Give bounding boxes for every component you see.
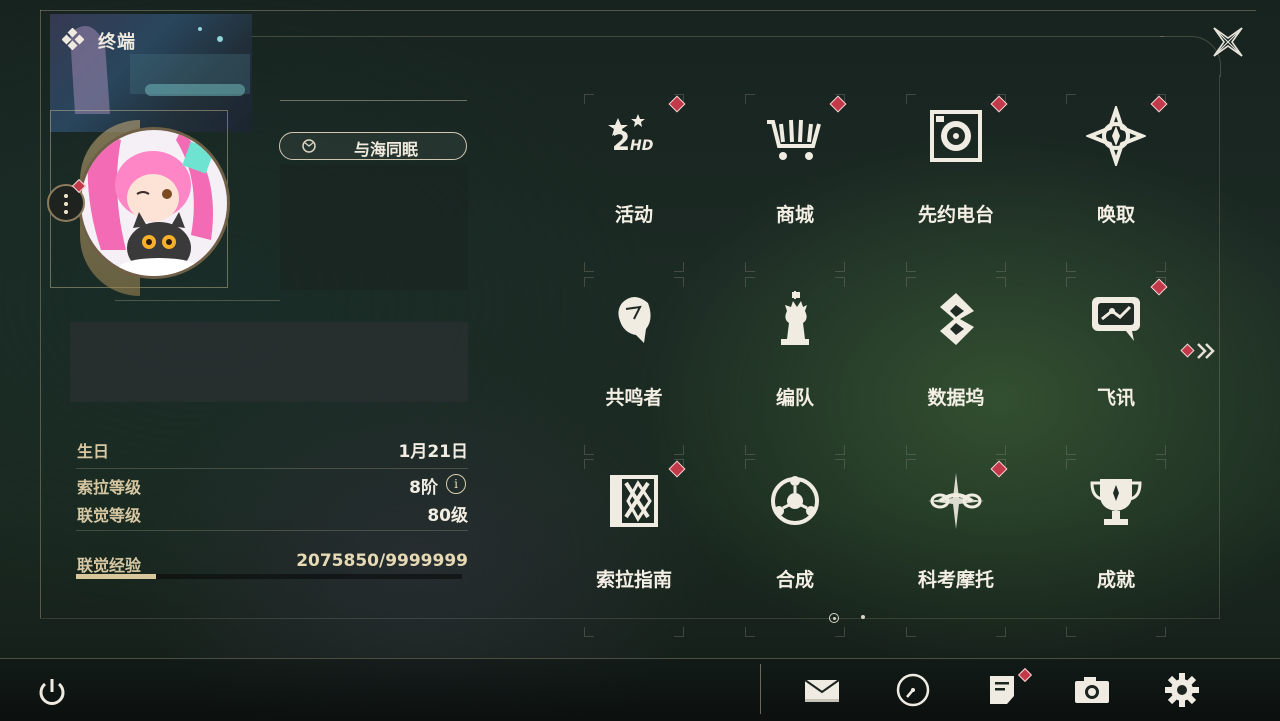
team-chess-icon: [765, 289, 825, 349]
union-exp-value: 2075850/9999999: [296, 551, 468, 571]
menu-tile-label: 科考摩托: [917, 569, 994, 591]
title-badge-label: 与海同眠: [354, 140, 419, 159]
menu-tile-label: 编队: [775, 387, 814, 409]
power-button[interactable]: [32, 673, 72, 713]
bottom-separator: [760, 664, 761, 714]
notice-icon: [990, 676, 1014, 704]
union-exp-label: 联觉经验: [77, 556, 142, 575]
menu-tile[interactable]: 唤取: [1036, 94, 1196, 274]
synthesis-icon: [765, 471, 825, 531]
union-level-label: 联觉等级: [77, 506, 142, 525]
menu-tile-label: 索拉指南: [595, 569, 672, 591]
settings-button[interactable]: [1162, 670, 1202, 710]
menu-tile[interactable]: 共鸣者: [554, 277, 714, 457]
clock-icon: [896, 673, 930, 707]
title-badge-button[interactable]: 与海同眠: [279, 132, 467, 160]
close-button[interactable]: [1208, 22, 1248, 62]
menu-tile-label: 先约电台: [917, 204, 994, 226]
menu-tile[interactable]: 编队: [715, 277, 875, 457]
page-indicator-active[interactable]: [829, 613, 839, 623]
blurred-signature-panel: [70, 322, 468, 402]
blurred-info-panel: [280, 165, 468, 290]
more-dot: [64, 194, 68, 198]
radio-icon: [926, 106, 986, 166]
page-title: 终端: [98, 32, 136, 53]
sola-level-label: 索拉等级: [77, 478, 142, 497]
notice-button[interactable]: [983, 670, 1023, 710]
menu-tile[interactable]: 合成: [715, 459, 875, 639]
menu-tile[interactable]: 成就: [1036, 459, 1196, 639]
mail-button[interactable]: [802, 670, 842, 710]
menu-tile-label: 唤取: [1096, 204, 1135, 226]
frame-top-line: [40, 10, 1256, 11]
power-icon: [39, 679, 65, 705]
menu-tile-label: 活动: [614, 204, 653, 226]
menu-tile-label: 共鸣者: [605, 387, 663, 409]
guidebook-icon: [604, 471, 664, 531]
settings-gear-icon: [1165, 673, 1199, 707]
birthday-label: 生日: [77, 442, 110, 461]
resonator-icon: [604, 289, 664, 349]
menu-tile[interactable]: 索拉指南: [554, 459, 714, 639]
event-2hd-icon: 2 HD: [604, 106, 664, 166]
menu-tile[interactable]: 2 HD 活动: [554, 94, 714, 274]
terminal-diamond-icon: [61, 27, 85, 51]
menu-tile-label: 成就: [1096, 569, 1135, 591]
frame-inner-line: [250, 36, 1164, 37]
camera-icon: [1075, 677, 1109, 703]
menu-tile-label: 飞讯: [1096, 387, 1135, 409]
row-separator: [76, 530, 468, 531]
motorbike-icon: [926, 471, 986, 531]
menu-tile[interactable]: 科考摩托: [876, 459, 1036, 639]
shop-cart-icon: [765, 106, 825, 166]
birthday-value: 1月21日: [398, 442, 469, 462]
next-page-button[interactable]: [1180, 340, 1220, 362]
camera-button[interactable]: [1072, 670, 1112, 710]
menu-tile-label: 商城: [775, 204, 814, 226]
page-indicator[interactable]: [861, 615, 865, 619]
menu-tile[interactable]: 飞讯: [1036, 277, 1196, 457]
more-dot: [64, 210, 68, 214]
message-bubble-icon: [1086, 289, 1146, 349]
close-x-icon: [1213, 27, 1243, 57]
info-icon[interactable]: i: [446, 474, 466, 494]
mail-icon: [804, 679, 840, 702]
trophy-icon: [1086, 471, 1146, 531]
convene-icon: [1084, 103, 1148, 169]
union-level-value: 80级: [427, 506, 468, 526]
menu-tile[interactable]: 商城: [715, 94, 875, 274]
divider: [115, 300, 280, 301]
frame-left-line: [40, 10, 41, 618]
menu-tile-label: 数据坞: [927, 387, 985, 409]
divider: [280, 100, 467, 101]
menu-tile-label: 合成: [775, 569, 814, 591]
sola-level-value: 8阶: [409, 478, 438, 498]
badge-emblem-icon: [302, 139, 316, 153]
avatar[interactable]: [78, 127, 230, 279]
row-separator: [76, 468, 468, 469]
history-button[interactable]: [893, 670, 933, 710]
exp-progress-fill: [76, 574, 156, 579]
menu-tile[interactable]: 数据坞: [876, 277, 1036, 457]
more-dot: [64, 202, 68, 206]
svg-text:HD: HD: [630, 138, 653, 154]
data-bank-icon: [926, 289, 986, 349]
menu-tile[interactable]: 先约电台: [876, 94, 1036, 274]
double-chevron-right-icon: [1180, 343, 1215, 359]
